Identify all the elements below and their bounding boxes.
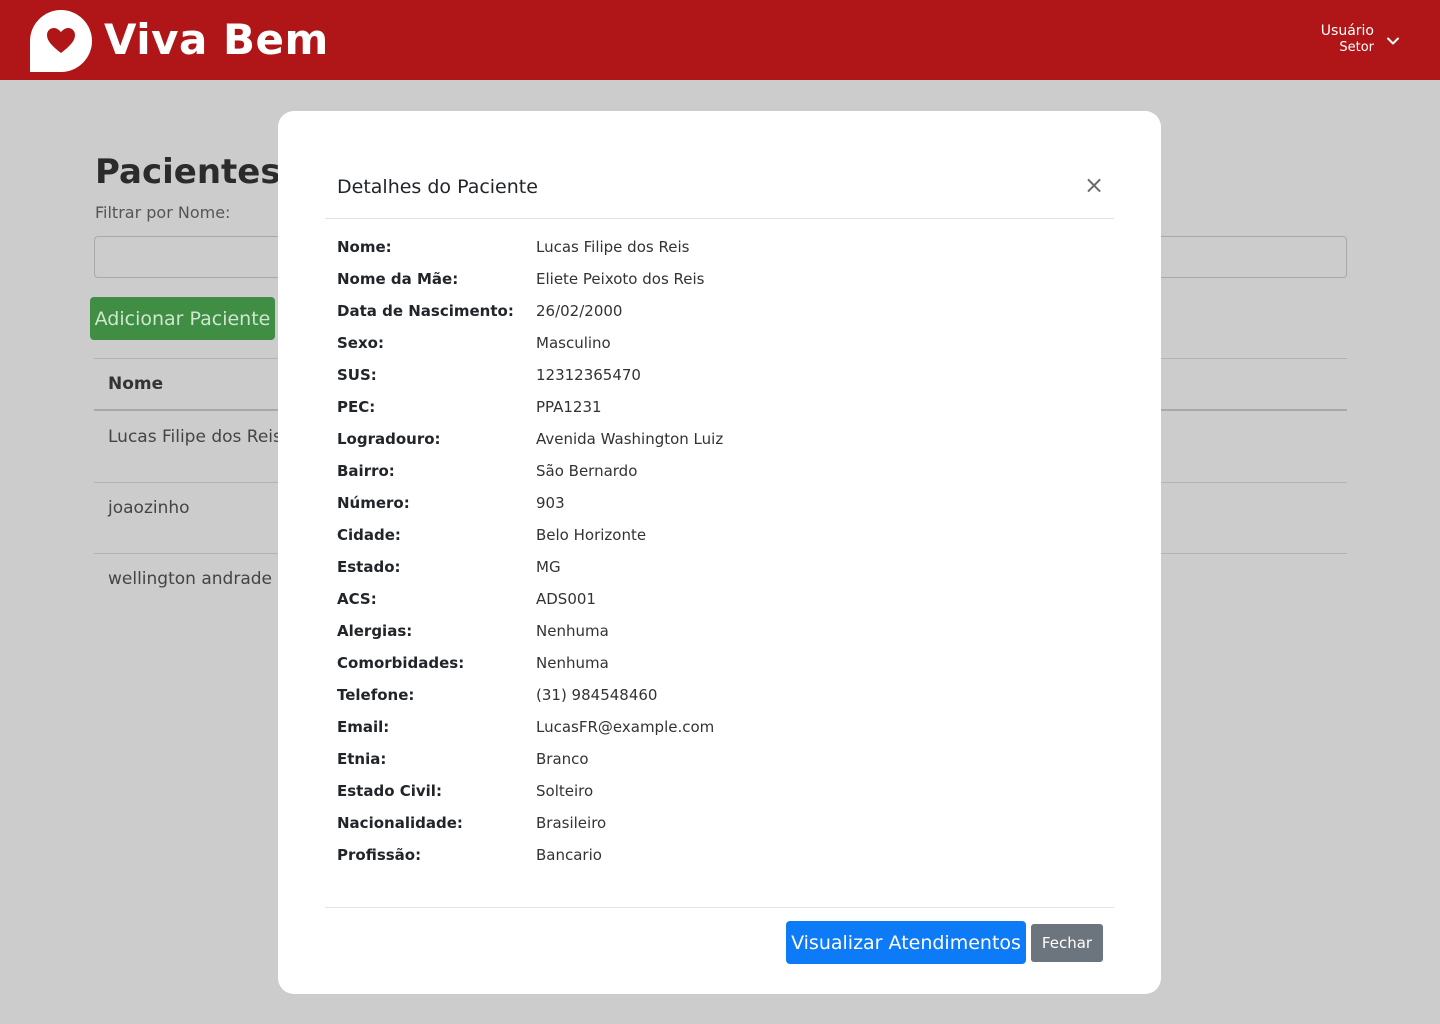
filter-label: Filtrar por Nome: [95,203,231,222]
detail-label: SUS: [337,366,377,384]
detail-value: ADS001 [536,590,596,608]
close-modal-button[interactable]: Fechar [1031,924,1103,962]
close-icon[interactable]: × [1082,173,1106,197]
detail-row-profissao: Profissão: Bancario [337,843,1097,875]
detail-value: Solteiro [536,782,594,800]
detail-row-logradouro: Logradouro: Avenida Washington Luiz [337,427,1097,459]
detail-label: Nome: [337,238,392,256]
detail-label: Profissão: [337,846,422,864]
detail-value: Belo Horizonte [536,526,647,544]
detail-value: 26/02/2000 [536,302,623,320]
detail-label: Alergias: [337,622,413,640]
detail-label: Data de Nascimento: [337,302,514,320]
detail-value: 12312365470 [536,366,641,384]
detail-label: Número: [337,494,410,512]
detail-label: Bairro: [337,462,395,480]
detail-label: Email: [337,718,390,736]
detail-label: Telefone: [337,686,415,704]
table-row-name[interactable]: Lucas Filipe dos Reis [108,427,282,447]
detail-value: MG [536,558,561,576]
chevron-down-icon[interactable] [1385,33,1401,49]
patient-details-modal: Detalhes do Paciente × Nome: Lucas Filip… [278,111,1161,994]
detail-label: Comorbidades: [337,654,465,672]
detail-row-sus: SUS: 12312365470 [337,363,1097,395]
brand-name[interactable]: Viva Bem [104,12,329,68]
detail-value: 903 [536,494,565,512]
user-name: Usuário [1320,23,1374,39]
detail-label: Nome da Mãe: [337,270,459,288]
table-row-name[interactable]: joaozinho [108,498,190,518]
modal-title: Detalhes do Paciente [337,176,538,198]
detail-label: Etnia: [337,750,387,768]
detail-row-bairro: Bairro: São Bernardo [337,459,1097,491]
view-appointments-button[interactable]: Visualizar Atendimentos [786,921,1026,964]
detail-row-nacionalidade: Nacionalidade: Brasileiro [337,811,1097,843]
page-title: Pacientes [95,152,281,192]
detail-value: Eliete Peixoto dos Reis [536,270,705,288]
detail-row-estado-civil: Estado Civil: Solteiro [337,779,1097,811]
detail-value: Nenhuma [536,654,609,672]
patient-details-list: Nome: Lucas Filipe dos Reis Nome da Mãe:… [337,235,1097,875]
detail-value: Masculino [536,334,611,352]
modal-header-divider [325,218,1114,219]
detail-row-numero: Número: 903 [337,491,1097,523]
detail-row-etnia: Etnia: Branco [337,747,1097,779]
detail-label: ACS: [337,590,377,608]
detail-label: Nacionalidade: [337,814,463,832]
detail-value: São Bernardo [536,462,638,480]
detail-label: Cidade: [337,526,401,544]
detail-label: Estado Civil: [337,782,442,800]
top-navbar: Viva Bem Usuário Setor [0,0,1440,80]
detail-label: Logradouro: [337,430,441,448]
detail-row-acs: ACS: ADS001 [337,587,1097,619]
detail-value: Avenida Washington Luiz [536,430,724,448]
detail-value: LucasFR@example.com [536,718,715,736]
modal-footer-divider [325,907,1114,908]
detail-row-alergias: Alergias: Nenhuma [337,619,1097,651]
detail-label: Sexo: [337,334,384,352]
detail-value: Brasileiro [536,814,607,832]
detail-row-sexo: Sexo: Masculino [337,331,1097,363]
detail-value: Lucas Filipe dos Reis [536,238,690,256]
detail-label: Estado: [337,558,401,576]
detail-row-nome: Nome: Lucas Filipe dos Reis [337,235,1097,267]
table-row-name[interactable]: wellington andrade [108,569,272,589]
user-menu[interactable]: Usuário Setor [1321,22,1374,56]
detail-value: Branco [536,750,589,768]
detail-row-nome-mae: Nome da Mãe: Eliete Peixoto dos Reis [337,267,1097,299]
detail-row-estado: Estado: MG [337,555,1097,587]
detail-value: PPA1231 [536,398,602,416]
detail-value: Nenhuma [536,622,609,640]
add-patient-button[interactable]: Adicionar Paciente [90,297,275,340]
detail-value: Bancario [536,846,602,864]
detail-row-telefone: Telefone: (31) 984548460 [337,683,1097,715]
detail-row-pec: PEC: PPA1231 [337,395,1097,427]
detail-label: PEC: [337,398,376,416]
detail-row-cidade: Cidade: Belo Horizonte [337,523,1097,555]
detail-row-email: Email: LucasFR@example.com [337,715,1097,747]
column-header-nome: Nome [108,374,164,394]
user-sector: Setor [1339,40,1374,55]
detail-row-comorbidades: Comorbidades: Nenhuma [337,651,1097,683]
detail-value: (31) 984548460 [536,686,658,704]
detail-row-data-nascimento: Data de Nascimento: 26/02/2000 [337,299,1097,331]
logo-heart-icon[interactable] [28,8,94,74]
